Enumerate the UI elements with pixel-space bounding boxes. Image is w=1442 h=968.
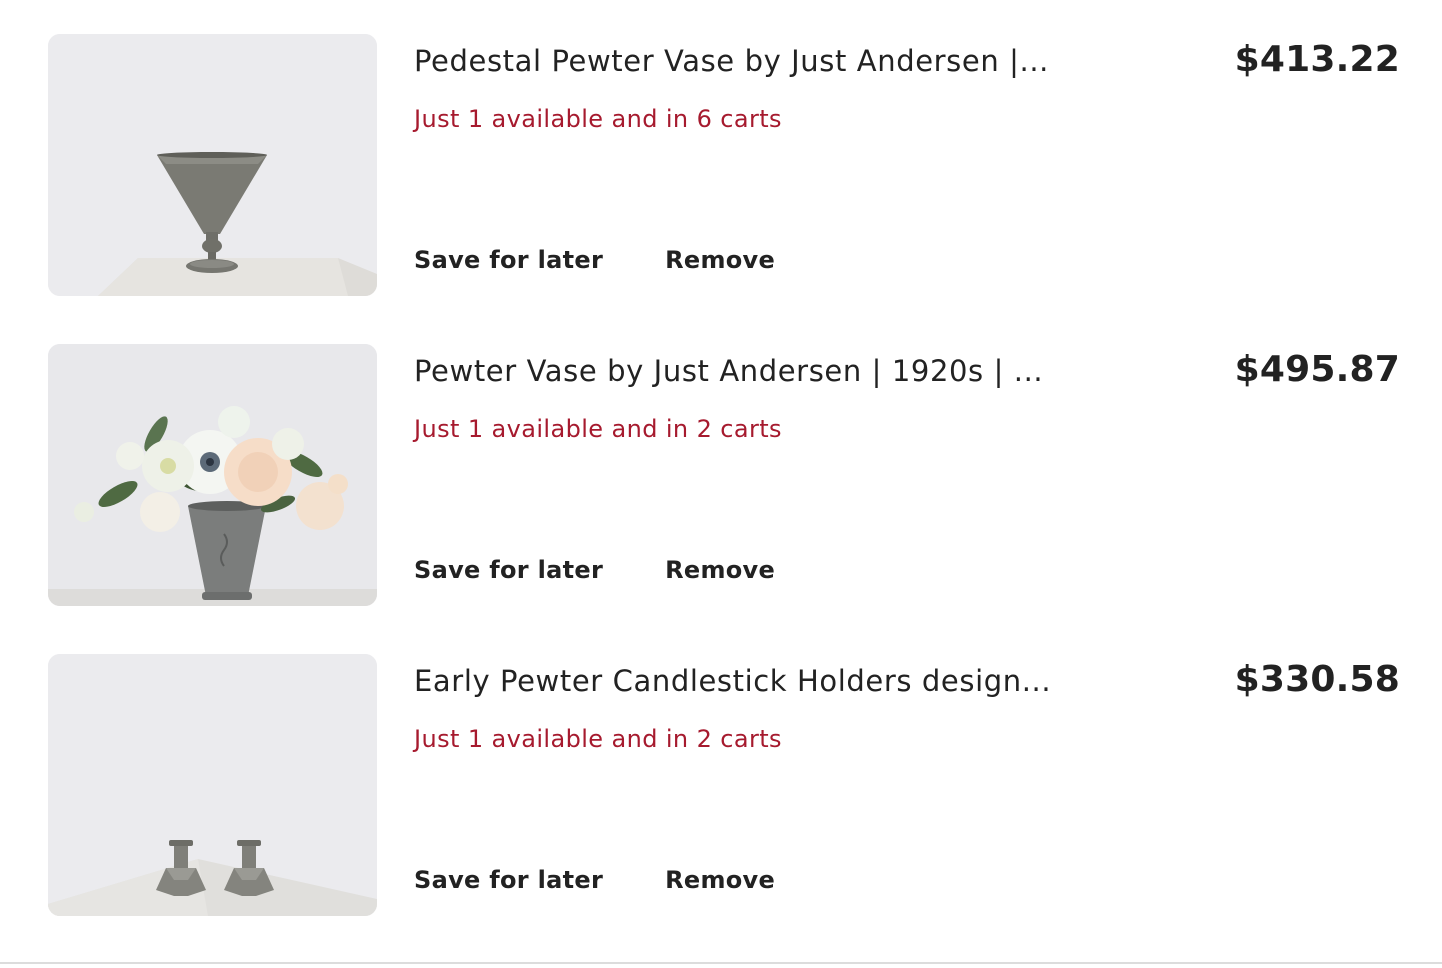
remove-button[interactable]: Remove xyxy=(665,556,775,584)
cart-item: Pewter Vase by Just Andersen | 1920s | .… xyxy=(48,344,1400,606)
product-title[interactable]: Pedestal Pewter Vase by Just Andersen |.… xyxy=(414,42,1094,80)
remove-button[interactable]: Remove xyxy=(665,246,775,274)
cart-item: Pedestal Pewter Vase by Just Andersen |.… xyxy=(48,34,1400,296)
cart-item-list: Pedestal Pewter Vase by Just Andersen |.… xyxy=(0,0,1442,968)
product-price: $413.22 xyxy=(1234,39,1400,80)
product-thumbnail[interactable] xyxy=(48,34,377,296)
item-actions: Save for later Remove xyxy=(414,863,775,897)
pedestal-vase-icon xyxy=(48,34,377,296)
availability-notice: Just 1 available and in 2 carts xyxy=(414,725,782,753)
item-actions: Save for later Remove xyxy=(414,243,775,277)
flower-vase-icon xyxy=(48,344,377,606)
product-price: $495.87 xyxy=(1234,349,1400,390)
item-actions: Save for later Remove xyxy=(414,553,775,587)
availability-notice: Just 1 available and in 6 carts xyxy=(414,105,782,133)
product-thumbnail[interactable] xyxy=(48,344,377,606)
save-for-later-button[interactable]: Save for later xyxy=(414,556,603,584)
product-price: $330.58 xyxy=(1234,659,1400,700)
product-title[interactable]: Pewter Vase by Just Andersen | 1920s | .… xyxy=(414,352,1094,390)
availability-notice: Just 1 available and in 2 carts xyxy=(414,415,782,443)
remove-button[interactable]: Remove xyxy=(665,866,775,894)
product-thumbnail[interactable] xyxy=(48,654,377,916)
save-for-later-button[interactable]: Save for later xyxy=(414,866,603,894)
product-title[interactable]: Early Pewter Candlestick Holders design.… xyxy=(414,662,1094,700)
cart-item: Early Pewter Candlestick Holders design.… xyxy=(48,654,1400,916)
save-for-later-button[interactable]: Save for later xyxy=(414,246,603,274)
bottom-divider xyxy=(0,962,1442,964)
candlesticks-icon xyxy=(48,654,377,916)
